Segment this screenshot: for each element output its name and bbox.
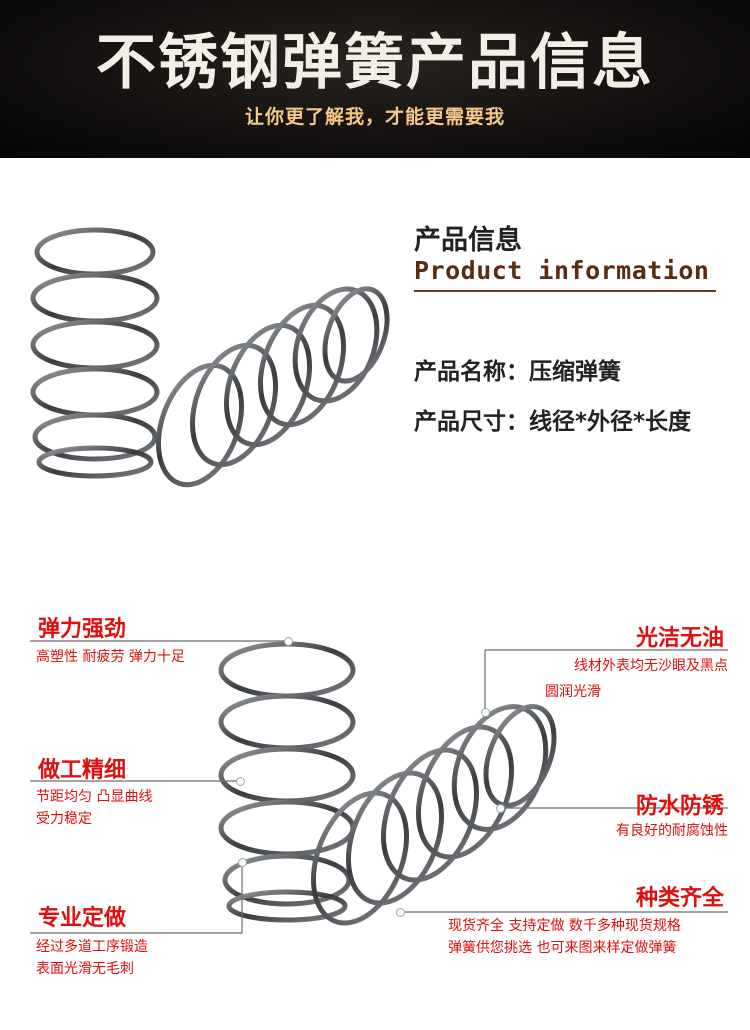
product-photo-springs-top [30, 227, 728, 934]
feature-clean-desc-2: 圆润光滑 [545, 684, 601, 700]
feature-custom-desc-2: 表面光滑无毛刺 [36, 961, 134, 977]
feature-custom-title: 专业定做 [38, 906, 127, 931]
feature-variety-title: 种类齐全 [635, 886, 724, 911]
product-name-row: 产品名称：压缩弹簧 [414, 359, 621, 385]
feature-variety-desc-2: 弹簧供您挑选 也可来图来样定做弹簧 [448, 940, 677, 956]
callout-dot-variety [396, 908, 405, 917]
feature-elasticity-desc: 高塑性 耐疲劳 弹力十足 [36, 649, 185, 665]
horizontal-spring-top [155, 286, 390, 488]
feature-craft-desc-1: 节距均匀 凸显曲线 [36, 789, 153, 805]
feature-craft-title: 做工精细 [38, 758, 127, 783]
product-info-title-en: Product information [414, 256, 710, 285]
feature-custom-desc-1: 经过多道工序锻造 [36, 939, 148, 955]
feature-variety-desc-1: 现货齐全 支持定做 数千多种现货规格 [448, 918, 681, 934]
feature-rustproof-title: 防水防锈 [635, 794, 724, 819]
callout-dot-craft [236, 777, 245, 786]
feature-rustproof-desc: 有良好的耐腐蚀性 [616, 823, 728, 839]
title-underline [414, 290, 716, 292]
callout-dot-elasticity [284, 637, 293, 646]
feature-craft-desc-2: 受力稳定 [36, 811, 92, 827]
callout-dot-clean [481, 708, 490, 717]
feature-clean-desc-1: 线材外表均无沙眼及黑点 [574, 658, 728, 674]
callout-dot-rustproof [496, 804, 505, 813]
feature-clean-title: 光洁无油 [635, 626, 724, 651]
feature-elasticity-title: 弹力强劲 [38, 617, 127, 642]
product-size-row: 产品尺寸：线径*外径*长度 [414, 409, 692, 435]
callout-dot-custom [238, 858, 247, 867]
product-info-title: 产品信息 [414, 225, 522, 256]
vertical-spring-top [30, 227, 160, 479]
